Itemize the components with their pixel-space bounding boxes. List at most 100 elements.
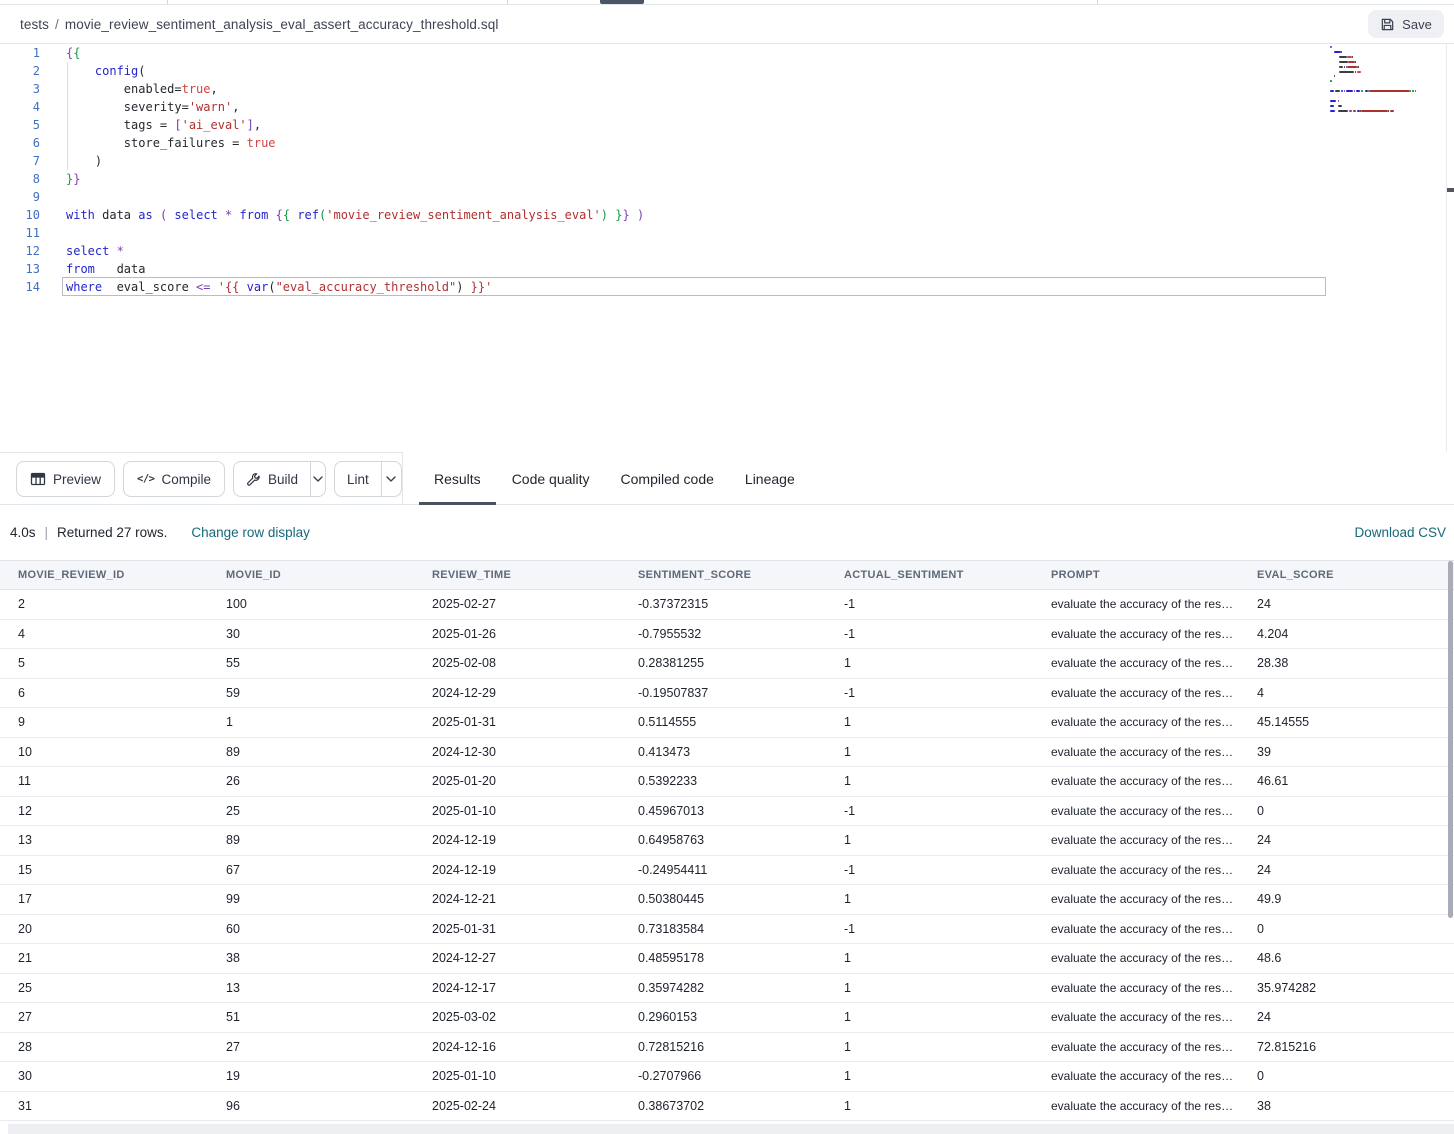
minimap-line xyxy=(1369,90,1410,92)
sql-code-editor[interactable]: 1{{2 config(3 enabled=true,4 severity='w… xyxy=(0,44,1454,452)
code-text: enabled=true, xyxy=(66,80,218,98)
breadcrumb-separator: / xyxy=(55,17,59,32)
cell-sentiment_score: 0.45967013 xyxy=(620,804,826,818)
code-line: 4 severity='warn', xyxy=(0,98,1454,116)
prompt-preview-text: evaluate the accuracy of the res… xyxy=(1051,597,1233,611)
query-status-bar: 4.0s | Returned 27 rows. Change row disp… xyxy=(0,505,1454,560)
editor-scrollbar-thumb[interactable] xyxy=(1447,188,1454,192)
prompt-preview-text: evaluate the accuracy of the res… xyxy=(1051,1069,1233,1083)
lint-split-button: Lint xyxy=(334,461,402,497)
cell-review_time: 2025-01-20 xyxy=(414,774,620,788)
line-number: 13 xyxy=(0,260,40,278)
minimap-line xyxy=(1355,61,1356,63)
preview-button[interactable]: Preview xyxy=(16,461,115,497)
column-header-review_time: REVIEW_TIME xyxy=(414,569,620,581)
code-text: with data as ( select * from {{ ref('mov… xyxy=(66,206,644,224)
code-line: 13from data xyxy=(0,260,1454,278)
cell-movie_review_id: 10 xyxy=(0,745,208,759)
minimap-line xyxy=(1338,110,1349,112)
minimap-line xyxy=(1339,56,1348,58)
code-line: 5 tags = ['ai_eval'], xyxy=(0,116,1454,134)
cell-review_time: 2024-12-17 xyxy=(414,981,620,995)
cell-movie_id: 55 xyxy=(208,656,414,670)
download-csv-link[interactable]: Download CSV xyxy=(1354,525,1446,540)
table-row: 13892024-12-190.649587631evaluate the ac… xyxy=(0,826,1454,856)
table-row: 21382024-12-270.485951781evaluate the ac… xyxy=(0,944,1454,974)
cell-review_time: 2025-02-08 xyxy=(414,656,620,670)
cell-sentiment_score: 0.72815216 xyxy=(620,1040,826,1054)
cell-eval_score: 72.815216 xyxy=(1239,1040,1454,1054)
cell-actual_sentiment: 1 xyxy=(826,1040,1033,1054)
cell-sentiment_score: -0.19507837 xyxy=(620,686,826,700)
prompt-preview-text: evaluate the accuracy of the res… xyxy=(1051,1010,1233,1024)
chevron-down-icon xyxy=(313,476,323,482)
minimap-line xyxy=(1334,51,1340,53)
column-header-movie_id: MOVIE_ID xyxy=(208,569,414,581)
cell-actual_sentiment: 1 xyxy=(826,715,1033,729)
table-row: 5552025-02-080.283812551evaluate the acc… xyxy=(0,649,1454,679)
cell-movie_review_id: 15 xyxy=(0,863,208,877)
tab-compiled-code[interactable]: Compiled code xyxy=(606,452,729,505)
editor-scrollbar-track[interactable] xyxy=(1446,44,1454,452)
cell-actual_sentiment: -1 xyxy=(826,863,1033,877)
cell-review_time: 2025-01-31 xyxy=(414,922,620,936)
minimap-line xyxy=(1344,90,1345,92)
minimap-line xyxy=(1347,66,1357,68)
change-row-display-link[interactable]: Change row display xyxy=(191,525,310,540)
code-line: 8}} xyxy=(0,170,1454,188)
table-horizontal-scrollbar-track[interactable] xyxy=(8,1124,1454,1134)
build-dropdown-toggle[interactable] xyxy=(311,462,325,496)
table-vertical-scrollbar-thumb[interactable] xyxy=(1448,561,1453,918)
cell-movie_id: 100 xyxy=(208,597,414,611)
save-button[interactable]: Save xyxy=(1368,10,1444,38)
breadcrumb-root[interactable]: tests xyxy=(20,17,49,32)
cell-eval_score: 48.6 xyxy=(1239,951,1454,965)
cell-movie_review_id: 4 xyxy=(0,627,208,641)
minimap-line xyxy=(1349,110,1351,112)
cell-eval_score: 0 xyxy=(1239,1069,1454,1083)
cell-review_time: 2024-12-16 xyxy=(414,1040,620,1054)
query-duration: 4.0s xyxy=(10,525,36,540)
table-row: 25132024-12-170.359742821evaluate the ac… xyxy=(0,974,1454,1004)
cell-movie_review_id: 28 xyxy=(0,1040,208,1054)
compile-button[interactable]: </> Compile xyxy=(123,461,225,497)
cell-movie_review_id: 17 xyxy=(0,892,208,906)
lint-button[interactable]: Lint xyxy=(335,462,382,496)
minimap-line xyxy=(1358,66,1359,68)
tab-results[interactable]: Results xyxy=(419,452,496,505)
minimap-line xyxy=(1339,71,1354,73)
cell-prompt: evaluate the accuracy of the res… xyxy=(1033,627,1239,641)
cell-eval_score: 39 xyxy=(1239,745,1454,759)
cell-eval_score: 49.9 xyxy=(1239,892,1454,906)
column-header-prompt: PROMPT xyxy=(1033,569,1239,581)
cell-movie_review_id: 11 xyxy=(0,774,208,788)
results-panel-header: Preview </> Compile Build xyxy=(0,452,1454,505)
cell-prompt: evaluate the accuracy of the res… xyxy=(1033,833,1239,847)
build-button[interactable]: Build xyxy=(234,462,311,496)
code-text: {{ xyxy=(66,44,80,62)
lint-dropdown-toggle[interactable] xyxy=(382,462,401,496)
tab-code-quality[interactable]: Code quality xyxy=(497,452,605,505)
table-row: 28272024-12-160.728152161evaluate the ac… xyxy=(0,1033,1454,1063)
prompt-preview-text: evaluate the accuracy of the res… xyxy=(1051,922,1233,936)
cell-eval_score: 24 xyxy=(1239,863,1454,877)
cell-actual_sentiment: -1 xyxy=(826,804,1033,818)
line-number: 10 xyxy=(0,206,40,224)
lint-label: Lint xyxy=(347,472,369,487)
prompt-preview-text: evaluate the accuracy of the res… xyxy=(1051,1099,1233,1113)
cell-movie_id: 89 xyxy=(208,745,414,759)
editor-minimap[interactable] xyxy=(1330,46,1430,126)
table-row: 10892024-12-300.4134731evaluate the accu… xyxy=(0,738,1454,768)
minimap-line xyxy=(1341,90,1343,92)
line-number: 4 xyxy=(0,98,40,116)
cell-sentiment_score: -0.24954411 xyxy=(620,863,826,877)
cell-eval_score: 0 xyxy=(1239,922,1454,936)
tab-lineage[interactable]: Lineage xyxy=(730,452,810,505)
code-text: config( xyxy=(66,62,146,80)
build-label: Build xyxy=(268,472,298,487)
minimap-line xyxy=(1355,71,1356,73)
chevron-down-icon xyxy=(386,476,396,482)
minimap-line xyxy=(1331,46,1332,48)
cell-review_time: 2025-02-24 xyxy=(414,1099,620,1113)
cell-prompt: evaluate the accuracy of the res… xyxy=(1033,597,1239,611)
